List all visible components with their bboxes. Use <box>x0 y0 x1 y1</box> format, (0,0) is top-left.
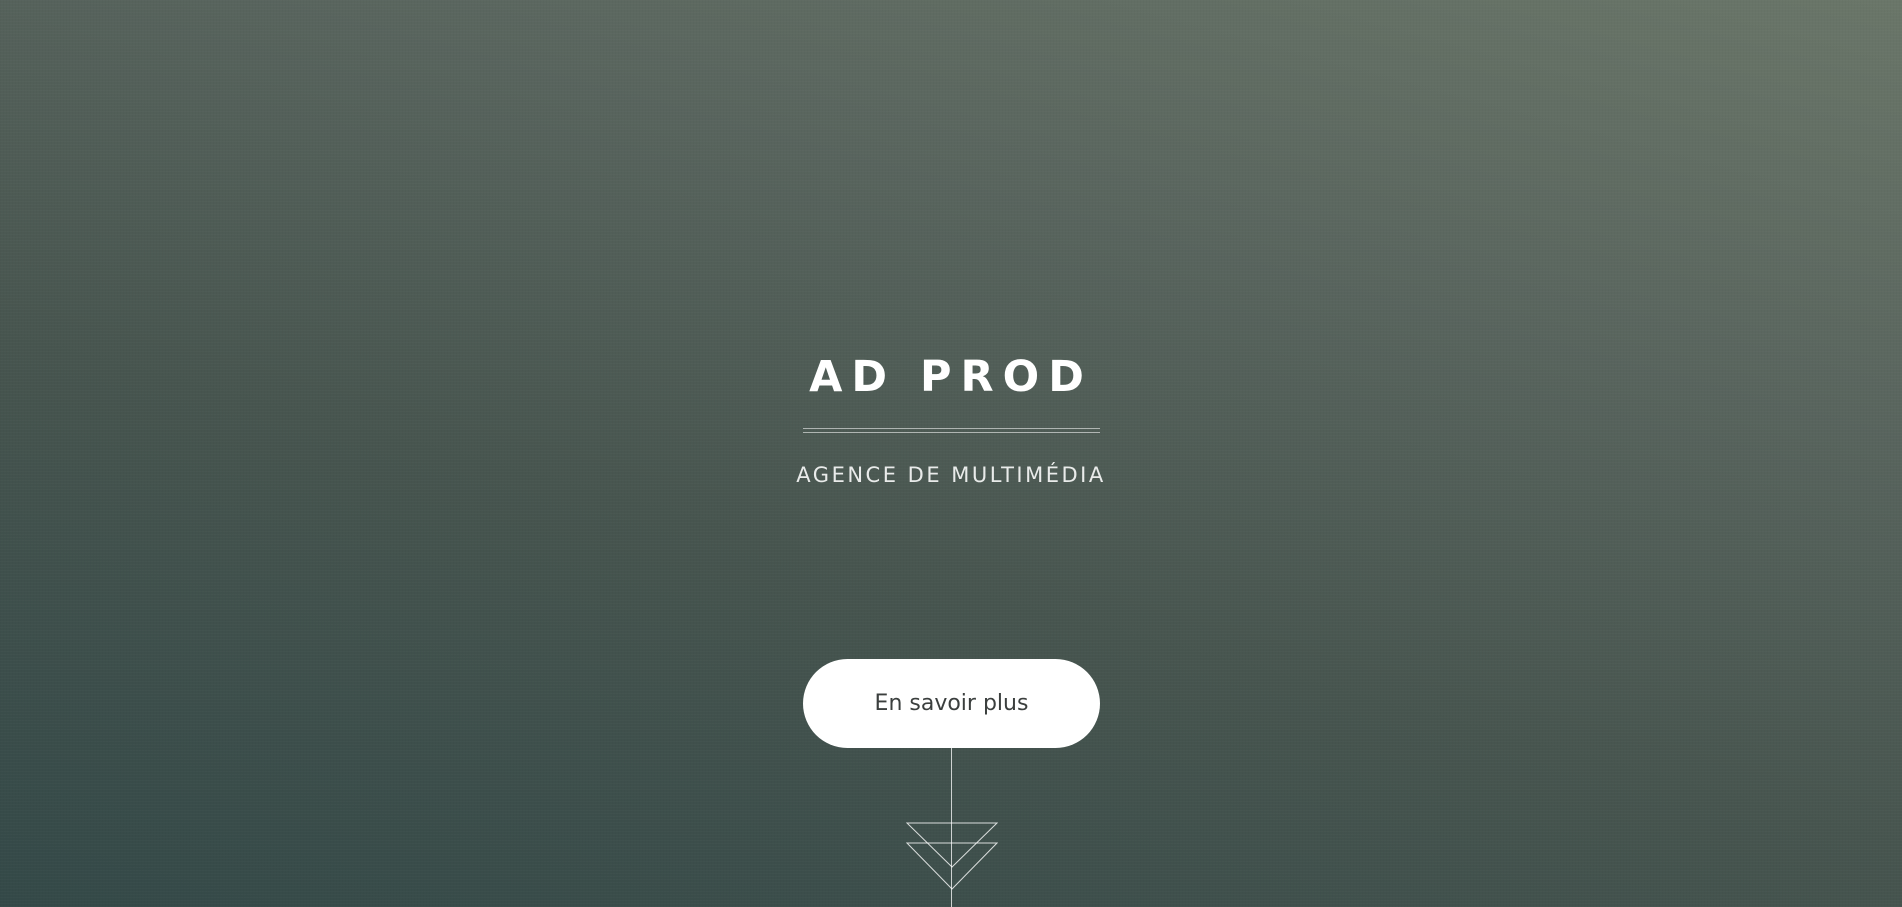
page-subtitle: AGENCE DE MULTIMÉDIA <box>796 463 1106 487</box>
double-chevron-down-icon[interactable] <box>906 822 998 907</box>
page-title: AD PROD <box>809 352 1093 402</box>
title-divider-top <box>803 428 1100 429</box>
title-divider-bottom <box>803 432 1100 433</box>
hero-section: AD PROD AGENCE DE MULTIMÉDIA En savoir p… <box>0 0 1902 907</box>
learn-more-button[interactable]: En savoir plus <box>803 659 1100 748</box>
